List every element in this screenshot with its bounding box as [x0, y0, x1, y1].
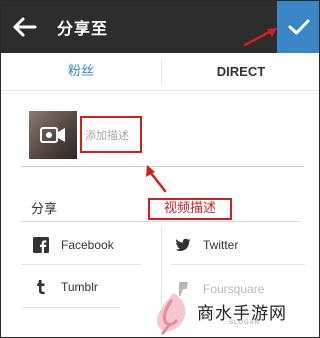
share-twitter-label: Twitter [203, 238, 239, 252]
video-camera-icon [40, 127, 65, 143]
share-row-divider [21, 264, 141, 265]
watermark-slogan: SLOGAN [229, 320, 261, 326]
facebook-icon [33, 237, 49, 253]
confirm-button[interactable] [277, 1, 319, 53]
annotation-arrow-confirm [243, 28, 277, 47]
caption-highlight-box [80, 116, 143, 153]
video-thumbnail [29, 111, 77, 159]
share-facebook[interactable]: Facebook [33, 229, 153, 263]
share-row-divider [171, 264, 305, 265]
twitter-icon [175, 238, 191, 251]
caption-input[interactable] [85, 127, 143, 143]
share-facebook-label: Facebook [61, 238, 114, 252]
share-tumblr-label: Tumblr [61, 280, 98, 294]
share-heading: 分享 [31, 202, 58, 217]
audience-tabs: 粉丝 DIRECT [1, 53, 319, 91]
checkmark-icon [288, 19, 310, 35]
watermark-logo [157, 293, 186, 335]
tumblr-icon [37, 280, 45, 294]
tab-followers[interactable]: 粉丝 [1, 53, 161, 91]
watermark: 商水手游网 SLOGAN [151, 287, 319, 337]
share-divider [21, 221, 301, 222]
annotation-arrow-caption [146, 165, 167, 193]
share-twitter[interactable]: Twitter [175, 229, 305, 263]
back-button[interactable] [11, 14, 39, 40]
share-tumblr[interactable]: Tumblr [33, 271, 153, 305]
annotation-callout: 视频描述 [148, 198, 232, 220]
back-arrow-icon [13, 17, 37, 37]
share-row-divider [21, 307, 121, 308]
share-screen: 分享至 粉丝 DIRECT 分享 视频描述 [0, 0, 320, 338]
tab-direct[interactable]: DIRECT [161, 53, 319, 91]
page-title: 分享至 [57, 19, 109, 38]
